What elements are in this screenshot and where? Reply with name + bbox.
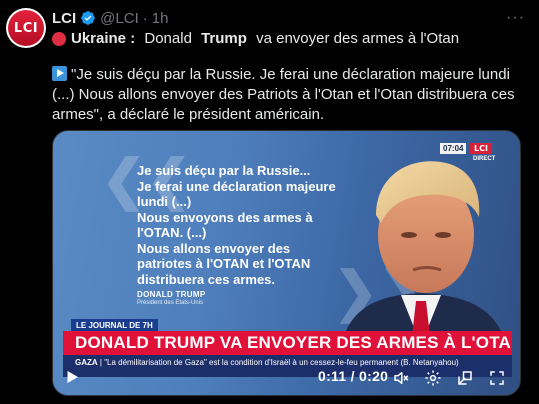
quote-line: l'OTAN. (...) bbox=[137, 225, 207, 240]
user-handle[interactable]: @LCI bbox=[100, 10, 139, 27]
separator: · bbox=[142, 9, 148, 27]
headline-rest: Donald bbox=[140, 30, 197, 47]
quote-line: distribuera ces armes. bbox=[137, 271, 276, 287]
headline-prefix: Ukraine : bbox=[71, 30, 136, 47]
news-headline-banner: DONALD TRUMP VA ENVOYER DES ARMES À L'OT… bbox=[63, 331, 512, 355]
quote-line: patriotes à l'OTAN et l'OTAN bbox=[137, 256, 311, 271]
display-name[interactable]: LCI bbox=[52, 10, 76, 27]
tweet-header: LCI @LCI · 1h ··· bbox=[52, 8, 525, 28]
tweet-body-text: "Je suis déçu par la Russie. Je ferai un… bbox=[52, 66, 515, 123]
quote-line: Nous envoyons des armes à bbox=[137, 209, 313, 225]
more-icon[interactable]: ··· bbox=[506, 9, 525, 27]
quote-block: Je suis déçu par la Russie... Je ferai u… bbox=[137, 163, 347, 287]
quote-line: Nous allons envoyer des bbox=[137, 240, 291, 256]
time-readout: 0:11 / 0:20 bbox=[318, 368, 389, 384]
live-label: DIRECT bbox=[473, 156, 496, 162]
verified-badge-icon bbox=[81, 11, 96, 25]
play-button-emoji-icon bbox=[52, 66, 67, 81]
red-circle-icon bbox=[52, 31, 66, 46]
play-icon[interactable] bbox=[63, 368, 81, 386]
settings-icon[interactable] bbox=[424, 369, 442, 387]
popout-icon[interactable] bbox=[456, 369, 474, 387]
lci-logo: LCI bbox=[8, 10, 44, 46]
broadcast-clock: 07:04 bbox=[440, 143, 467, 154]
video-player[interactable]: ❮❮ ❯❯ Je suis déçu par la Russie... Je f… bbox=[52, 130, 521, 396]
headline-bold: Trump bbox=[201, 30, 247, 47]
headline-tail: va envoyer des armes à l'Otan bbox=[251, 30, 460, 47]
avatar[interactable]: LCI bbox=[6, 8, 46, 48]
tweet-body: "Je suis déçu par la Russie. Je ferai un… bbox=[52, 65, 530, 125]
quote-line: Je suis déçu par la Russie... bbox=[137, 163, 311, 178]
attribution: DONALD TRUMP Président des États-Unis bbox=[137, 290, 205, 306]
player-actions bbox=[392, 369, 506, 387]
fullscreen-icon[interactable] bbox=[488, 369, 506, 387]
mute-icon[interactable] bbox=[392, 369, 410, 387]
channel-logo: LCI bbox=[470, 143, 492, 154]
timestamp[interactable]: 1h bbox=[152, 10, 169, 27]
speaker-portrait bbox=[341, 161, 506, 345]
quote-line: Je ferai une déclaration majeure bbox=[137, 178, 336, 194]
attribution-role: Président des États-Unis bbox=[137, 300, 204, 306]
quote-line: lundi (...) bbox=[137, 194, 192, 209]
attribution-name: DONALD TRUMP bbox=[137, 290, 206, 299]
tweet-headline: Ukraine : Donald Trump va envoyer des ar… bbox=[52, 30, 459, 47]
